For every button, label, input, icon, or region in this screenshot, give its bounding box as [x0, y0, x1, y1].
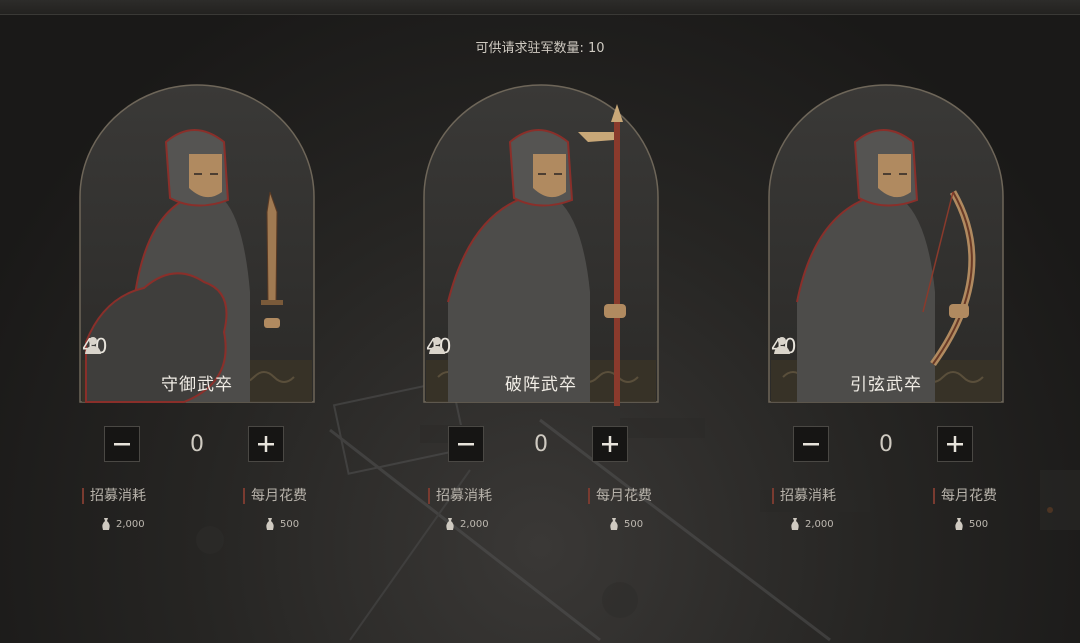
- unit-card-archer[interactable]: 40 引弦武卒 0 招募消耗 每月花费 2,000 500: [763, 82, 1009, 542]
- decrement-button[interactable]: [448, 426, 484, 462]
- increment-button[interactable]: [592, 426, 628, 462]
- recruit-cost-label: 招募消耗: [772, 488, 836, 504]
- monthly-cost-value: 500: [624, 518, 644, 530]
- plus-icon: [258, 436, 274, 452]
- increment-button[interactable]: [937, 426, 973, 462]
- monthly-cost-label: 每月花费: [933, 488, 997, 504]
- plus-icon: [947, 436, 963, 452]
- garrison-capacity: 可供请求驻军数量: 10: [0, 37, 1080, 56]
- coin-pouch-icon: [266, 518, 274, 530]
- quantity-value: 0: [879, 432, 893, 457]
- recruit-cost-label: 招募消耗: [428, 488, 492, 504]
- monthly-cost: 500: [953, 517, 988, 531]
- soldier-icon: [774, 337, 790, 354]
- coin-pouch-icon: [102, 518, 110, 530]
- monthly-cost: 500: [264, 517, 299, 531]
- monthly-cost-value: 500: [280, 518, 300, 530]
- unit-name: 守御武卒: [161, 375, 233, 395]
- recruit-cost-value: 2,000: [460, 518, 489, 530]
- minus-icon: [458, 443, 474, 446]
- unit-portrait[interactable]: 40 破阵武卒: [418, 82, 664, 406]
- garrison-request-screen: 可供请求驻军数量: 10 40 守御武卒 0 招募消耗 每月花费 2,000 5…: [0, 0, 1080, 643]
- monthly-cost-label: 每月花费: [588, 488, 652, 504]
- increment-button[interactable]: [248, 426, 284, 462]
- unit-portrait[interactable]: 40 守御武卒: [74, 82, 320, 406]
- recruit-cost-label: 招募消耗: [82, 488, 146, 504]
- soldier-icon: [429, 337, 445, 354]
- top-bar: [0, 0, 1080, 15]
- recruit-cost-value: 2,000: [805, 518, 834, 530]
- quantity-value: 0: [190, 432, 204, 457]
- quantity-stepper: 0: [763, 426, 1009, 464]
- soldier-icon: [85, 337, 101, 354]
- recruit-cost: 2,000: [100, 517, 145, 531]
- coin-pouch-icon: [610, 518, 618, 530]
- quantity-stepper: 0: [74, 426, 320, 464]
- minus-icon: [803, 443, 819, 446]
- quantity-value: 0: [534, 432, 548, 457]
- monthly-cost-label: 每月花费: [243, 488, 307, 504]
- plus-icon: [602, 436, 618, 452]
- troop-strength: 40: [426, 334, 451, 358]
- coin-pouch-icon: [955, 518, 963, 530]
- quantity-stepper: 0: [418, 426, 664, 464]
- unit-card-breaker[interactable]: 40 破阵武卒 0 招募消耗 每月花费 2,000 500: [418, 82, 664, 542]
- unit-name: 破阵武卒: [505, 375, 577, 395]
- capacity-value: 10: [587, 41, 605, 56]
- recruit-cost-value: 2,000: [116, 518, 145, 530]
- recruit-cost: 2,000: [444, 517, 489, 531]
- troop-strength: 40: [82, 334, 107, 358]
- monthly-cost: 500: [608, 517, 643, 531]
- troop-strength: 40: [771, 334, 796, 358]
- monthly-cost-value: 500: [969, 518, 989, 530]
- coin-pouch-icon: [791, 518, 799, 530]
- unit-portrait[interactable]: 40 引弦武卒: [763, 82, 1009, 406]
- recruit-cost: 2,000: [789, 517, 834, 531]
- capacity-label: 可供请求驻军数量:: [475, 41, 584, 56]
- unit-name: 引弦武卒: [850, 375, 922, 395]
- decrement-button[interactable]: [793, 426, 829, 462]
- decrement-button[interactable]: [104, 426, 140, 462]
- unit-card-defender[interactable]: 40 守御武卒 0 招募消耗 每月花费 2,000 500: [74, 82, 320, 542]
- coin-pouch-icon: [446, 518, 454, 530]
- minus-icon: [114, 443, 130, 446]
